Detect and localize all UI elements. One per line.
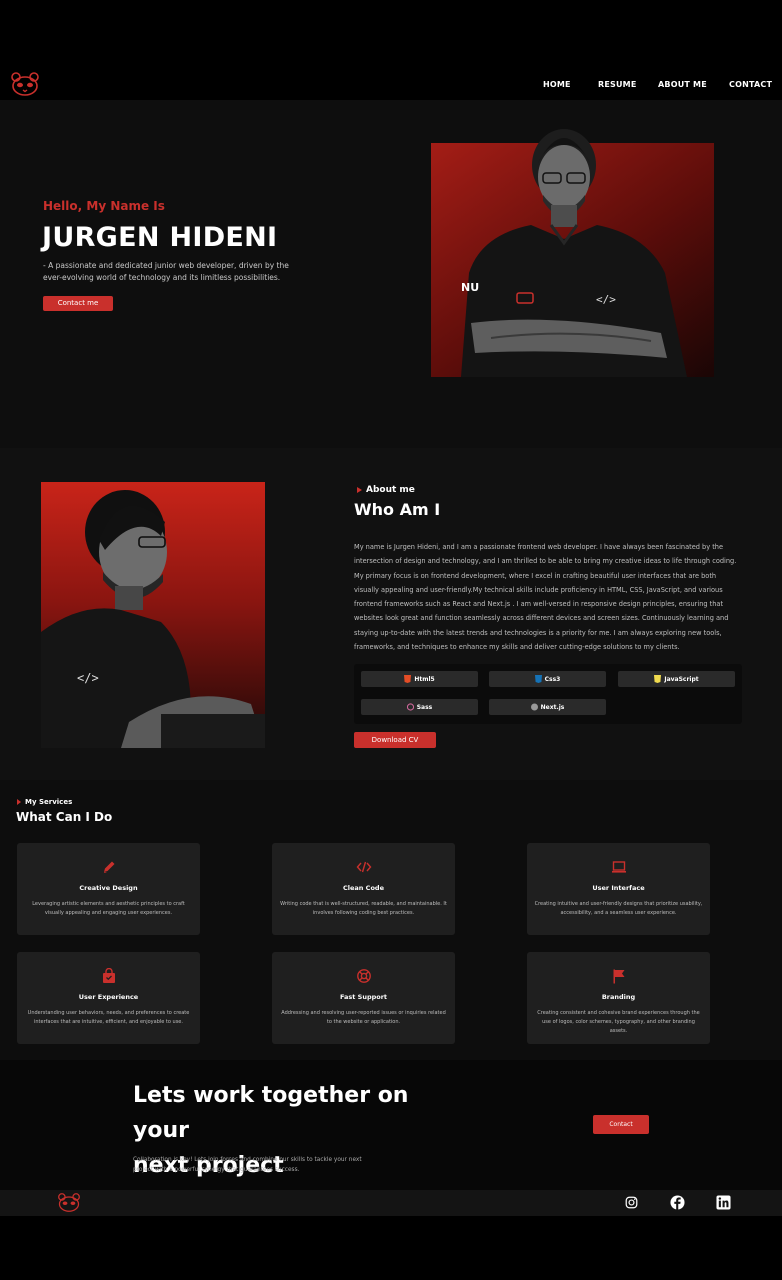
about-text: My name is Jurgen Hideni, and I am a pas…	[354, 543, 737, 652]
code-icon	[356, 861, 371, 873]
laptop-icon	[611, 861, 626, 873]
download-cv-button[interactable]: Download CV	[354, 732, 436, 748]
cta-description: Collaboration is key! Lets join forces a…	[133, 1157, 362, 1173]
skill-nextjs: Next.js	[489, 699, 606, 715]
sass-icon	[406, 703, 414, 711]
skill-javascript: JavaScript	[618, 671, 735, 687]
service-card: Creative Design Leveraging artistic elem…	[17, 843, 200, 935]
instagram-icon[interactable]	[625, 1196, 638, 1209]
services-section: My Services What Can I Do Creative Desig…	[0, 780, 782, 1060]
contact-button[interactable]: Contact	[593, 1115, 649, 1134]
service-desc: Creating intuitive and user-friendly des…	[534, 901, 703, 916]
about-title: Who Am I	[354, 500, 441, 519]
shopping-bag-icon	[102, 968, 115, 983]
navbar: HOME RESUME ABOUT ME CONTACT	[0, 68, 782, 100]
svg-text:</>: </>	[77, 671, 99, 685]
css3-icon	[534, 675, 542, 683]
service-title: Clean Code	[343, 884, 384, 892]
skill-css3: Css3	[489, 671, 606, 687]
nextjs-icon	[530, 703, 538, 711]
service-desc: Understanding user behaviors, needs, and…	[27, 1010, 190, 1025]
javascript-icon	[654, 675, 662, 683]
service-title: Branding	[601, 993, 636, 1001]
nav-about[interactable]: ABOUT ME	[658, 80, 707, 89]
support-icon	[356, 969, 371, 983]
html5-icon	[404, 675, 412, 683]
flag-icon	[613, 969, 624, 984]
hero-name: JURGEN HIDENI	[42, 222, 278, 253]
panda-logo-icon[interactable]	[57, 1193, 81, 1212]
cta-title-line1: Lets work together on your	[133, 1083, 409, 1143]
svg-text:NU: NU	[461, 281, 479, 294]
svg-text:</>: </>	[596, 293, 616, 306]
about-kicker: About me	[357, 485, 415, 495]
hero-section: Hello, My Name Is JURGEN HIDENI - A pass…	[0, 100, 782, 448]
hero-portrait: </> NU	[431, 129, 714, 377]
service-card: Fast Support Addressing and resolving us…	[272, 952, 455, 1044]
nav-home[interactable]: HOME	[543, 80, 571, 89]
skill-html5: Html5	[361, 671, 478, 687]
footer	[0, 1190, 782, 1216]
hero-greeting: Hello, My Name Is	[43, 199, 165, 213]
service-card: Clean Code Writing code that is well-str…	[272, 843, 455, 935]
service-card: Branding Creating consistent and cohesiv…	[527, 952, 710, 1044]
cta-section: Lets work together on your next project …	[0, 1060, 782, 1190]
skills-panel: Html5 Css3 JavaScript Sass Next.js	[354, 664, 742, 724]
services-kicker: My Services	[17, 798, 72, 806]
about-portrait: </>	[41, 482, 265, 748]
service-desc: Leveraging artistic elements and aesthet…	[32, 901, 185, 916]
service-title: Creative Design	[79, 884, 138, 892]
pencil-icon	[103, 861, 114, 873]
skill-sass: Sass	[361, 699, 478, 715]
service-card: User Experience Understanding user behav…	[17, 952, 200, 1044]
service-title: Fast Support	[339, 993, 388, 1001]
facebook-icon[interactable]	[670, 1195, 685, 1210]
service-desc: Creating consistent and cohesive brand e…	[537, 1010, 700, 1034]
hero-description: - A passionate and dedicated junior web …	[43, 261, 289, 282]
nav-resume[interactable]: RESUME	[598, 80, 637, 89]
linkedin-icon[interactable]	[716, 1195, 731, 1210]
service-title: User Interface	[592, 884, 645, 892]
service-desc: Addressing and resolving user-reported i…	[281, 1010, 446, 1025]
service-card: User Interface Creating intuitive and us…	[527, 843, 710, 935]
nav-contact[interactable]: CONTACT	[729, 80, 772, 89]
panda-logo-icon[interactable]	[10, 72, 40, 96]
service-title: User Experience	[78, 993, 139, 1001]
service-desc: Writing code that is well-structured, re…	[280, 901, 447, 916]
contact-me-button[interactable]: Contact me	[43, 296, 113, 311]
services-title: What Can I Do	[16, 810, 113, 824]
about-section: </> About me Who Am I My name is Jurgen …	[0, 448, 782, 780]
